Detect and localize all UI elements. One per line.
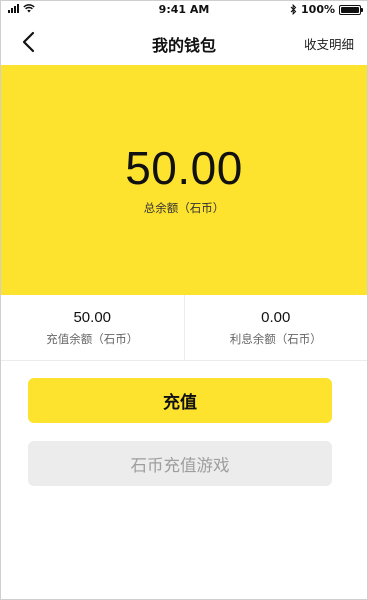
battery-percent: 100% — [301, 3, 335, 16]
transaction-details-link[interactable]: 收支明细 — [304, 34, 354, 53]
status-bar: 9:41 AM 100% — [1, 1, 367, 19]
balance-card: 50.00 总余额（石币） — [1, 65, 367, 295]
recharge-balance-value: 50.00 — [73, 308, 112, 326]
battery-icon — [339, 4, 363, 15]
interest-balance-label: 利息余额（石币） — [229, 331, 322, 346]
total-balance-label: 总余额（石币） — [143, 200, 225, 215]
game-recharge-button[interactable]: 石币充值游戏 — [28, 441, 332, 486]
nav-bar: 我的钱包 收支明细 — [1, 19, 367, 65]
interest-balance: 0.00 利息余额（石币） — [183, 295, 368, 360]
bluetooth-icon — [290, 4, 297, 15]
recharge-balance: 50.00 充值余额（石币） — [1, 295, 184, 360]
sub-balances: 50.00 充值余额（石币） 0.00 利息余额（石币） — [1, 295, 367, 361]
status-right: 100% — [290, 3, 363, 16]
recharge-button[interactable]: 充值 — [28, 378, 332, 423]
recharge-balance-label: 充值余额（石币） — [46, 331, 139, 346]
total-balance-amount: 50.00 — [125, 141, 243, 194]
interest-balance-value: 0.00 — [261, 308, 291, 326]
